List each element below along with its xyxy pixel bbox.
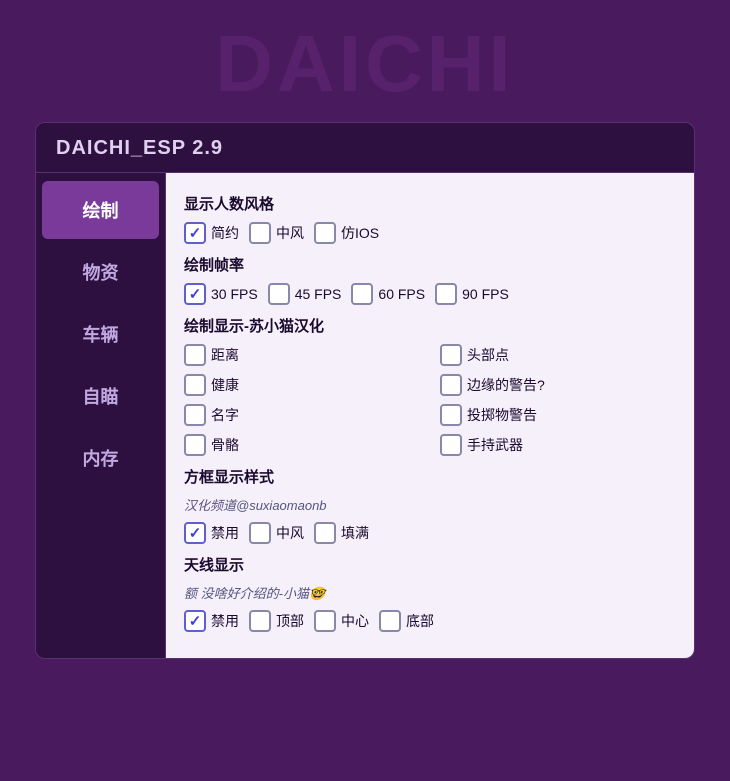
frame-rate-title: 绘制帧率 — [184, 254, 676, 275]
checkbox-top-antenna[interactable]: 顶部 — [249, 610, 304, 632]
checkbox-zhongfeng-box[interactable]: 中风 — [249, 522, 304, 544]
cb-jianyue[interactable] — [184, 222, 206, 244]
label-30fps: 30 FPS — [211, 286, 258, 302]
label-top-antenna: 顶部 — [276, 611, 304, 631]
label-disable-antenna: 禁用 — [211, 611, 239, 631]
label-headpoint: 头部点 — [467, 345, 509, 365]
box-style-subtitle: 汉化频道@suxiaomaonb — [184, 495, 676, 514]
cb-bottom-antenna[interactable] — [379, 610, 401, 632]
checkbox-60fps[interactable]: 60 FPS — [351, 283, 425, 305]
checkbox-90fps[interactable]: 90 FPS — [435, 283, 509, 305]
draw-display-title: 绘制显示-苏小猫汉化 — [184, 315, 676, 336]
antenna-subtitle: 额 没啥好介绍的-小猫🤓 — [184, 583, 676, 602]
title-bar: DAICHI_ESP 2.9 — [36, 123, 694, 173]
display-style-options: 简约 中风 仿IOS — [184, 222, 676, 244]
sidebar: 绘制 物资 车辆 自瞄 内存 — [36, 173, 166, 658]
label-edge-warning: 边缘的警告? — [467, 375, 545, 395]
frame-rate-section: 绘制帧率 30 FPS 45 FPS 60 FPS — [184, 254, 676, 305]
label-health: 健康 — [211, 375, 239, 395]
label-bottom-antenna: 底部 — [406, 611, 434, 631]
cb-fangios[interactable] — [314, 222, 336, 244]
app-title: DAICHI_ESP 2.9 — [56, 137, 223, 159]
background-watermark: DAICHI — [0, 18, 730, 110]
checkbox-fill-box[interactable]: 填满 — [314, 522, 369, 544]
label-60fps: 60 FPS — [378, 286, 425, 302]
checkbox-45fps[interactable]: 45 FPS — [268, 283, 342, 305]
label-held-weapon: 手持武器 — [467, 435, 523, 455]
checkbox-fangios[interactable]: 仿IOS — [314, 222, 379, 244]
checkbox-30fps[interactable]: 30 FPS — [184, 283, 258, 305]
checkbox-health[interactable]: 健康 — [184, 374, 420, 396]
label-fangios: 仿IOS — [341, 223, 379, 243]
cb-45fps[interactable] — [268, 283, 290, 305]
cb-skeleton[interactable] — [184, 434, 206, 456]
cb-name[interactable] — [184, 404, 206, 426]
checkbox-disable-box[interactable]: 禁用 — [184, 522, 239, 544]
checkbox-skeleton[interactable]: 骨骼 — [184, 434, 420, 456]
cb-90fps[interactable] — [435, 283, 457, 305]
checkbox-edge-warning[interactable]: 边缘的警告? — [440, 374, 676, 396]
cb-60fps[interactable] — [351, 283, 373, 305]
checkbox-throw-warning[interactable]: 投掷物警告 — [440, 404, 676, 426]
label-throw-warning: 投掷物警告 — [467, 405, 537, 425]
checkbox-zhongfeng1[interactable]: 中风 — [249, 222, 304, 244]
label-90fps: 90 FPS — [462, 286, 509, 302]
box-style-section: 方框显示样式 汉化频道@suxiaomaonb 禁用 中风 填满 — [184, 466, 676, 544]
box-style-options: 禁用 中风 填满 — [184, 522, 676, 544]
checkbox-center-antenna[interactable]: 中心 — [314, 610, 369, 632]
cb-zhongfeng1[interactable] — [249, 222, 271, 244]
display-style-section: 显示人数风格 简约 中风 仿IOS — [184, 193, 676, 244]
frame-rate-options: 30 FPS 45 FPS 60 FPS 90 FPS — [184, 283, 676, 305]
cb-edge-warning[interactable] — [440, 374, 462, 396]
cb-fill-box[interactable] — [314, 522, 336, 544]
label-jianyue: 简约 — [211, 223, 239, 243]
cb-top-antenna[interactable] — [249, 610, 271, 632]
sidebar-item-vehicle[interactable]: 车辆 — [42, 305, 159, 363]
draw-display-section: 绘制显示-苏小猫汉化 距离 头部点 健康 — [184, 315, 676, 456]
sidebar-item-draw[interactable]: 绘制 — [42, 181, 159, 239]
box-style-title: 方框显示样式 — [184, 466, 676, 487]
label-name: 名字 — [211, 405, 239, 425]
cb-zhongfeng-box[interactable] — [249, 522, 271, 544]
checkbox-bottom-antenna[interactable]: 底部 — [379, 610, 434, 632]
cb-30fps[interactable] — [184, 283, 206, 305]
cb-health[interactable] — [184, 374, 206, 396]
display-style-title: 显示人数风格 — [184, 193, 676, 214]
antenna-section: 天线显示 额 没啥好介绍的-小猫🤓 禁用 顶部 中心 — [184, 554, 676, 632]
sidebar-item-memory[interactable]: 内存 — [42, 429, 159, 487]
cb-held-weapon[interactable] — [440, 434, 462, 456]
label-zhongfeng-box: 中风 — [276, 523, 304, 543]
label-fill-box: 填满 — [341, 523, 369, 543]
main-panel: DAICHI_ESP 2.9 绘制 物资 车辆 自瞄 内存 显示人数风格 简约 — [35, 122, 695, 659]
cb-distance[interactable] — [184, 344, 206, 366]
antenna-options: 禁用 顶部 中心 底部 — [184, 610, 676, 632]
checkbox-distance[interactable]: 距离 — [184, 344, 420, 366]
draw-display-options: 距离 头部点 健康 边缘的警告? — [184, 344, 676, 456]
content-area: 绘制 物资 车辆 自瞄 内存 显示人数风格 简约 中风 — [36, 173, 694, 658]
checkbox-held-weapon[interactable]: 手持武器 — [440, 434, 676, 456]
label-45fps: 45 FPS — [295, 286, 342, 302]
cb-disable-box[interactable] — [184, 522, 206, 544]
right-panel: 显示人数风格 简约 中风 仿IOS — [166, 173, 694, 658]
label-distance: 距离 — [211, 345, 239, 365]
sidebar-item-supplies[interactable]: 物资 — [42, 243, 159, 301]
antenna-title: 天线显示 — [184, 554, 676, 575]
checkbox-jianyue[interactable]: 简约 — [184, 222, 239, 244]
label-center-antenna: 中心 — [341, 611, 369, 631]
label-disable-box: 禁用 — [211, 523, 239, 543]
sidebar-item-aim[interactable]: 自瞄 — [42, 367, 159, 425]
cb-throw-warning[interactable] — [440, 404, 462, 426]
cb-center-antenna[interactable] — [314, 610, 336, 632]
checkbox-name[interactable]: 名字 — [184, 404, 420, 426]
cb-disable-antenna[interactable] — [184, 610, 206, 632]
checkbox-headpoint[interactable]: 头部点 — [440, 344, 676, 366]
label-skeleton: 骨骼 — [211, 435, 239, 455]
checkbox-disable-antenna[interactable]: 禁用 — [184, 610, 239, 632]
cb-headpoint[interactable] — [440, 344, 462, 366]
label-zhongfeng1: 中风 — [276, 223, 304, 243]
